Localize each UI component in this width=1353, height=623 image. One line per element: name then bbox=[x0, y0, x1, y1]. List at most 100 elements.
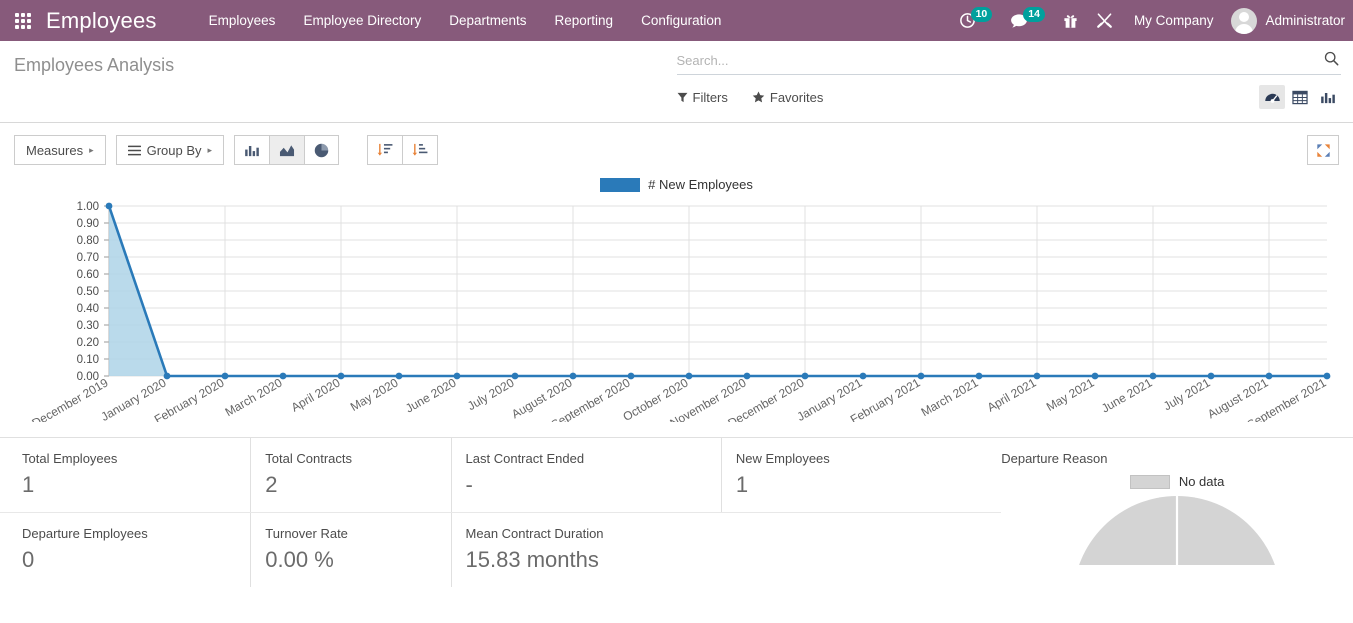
measures-group: Measures ▸ bbox=[14, 135, 106, 165]
svg-text:May 2021: May 2021 bbox=[1044, 375, 1097, 414]
svg-text:May 2020: May 2020 bbox=[348, 375, 401, 414]
kpi-value: 1 bbox=[736, 472, 1001, 498]
chart-legend: # New Employees bbox=[14, 177, 1339, 192]
chart-type-bar-button[interactable] bbox=[234, 135, 270, 165]
svg-text:0.90: 0.90 bbox=[77, 218, 99, 230]
departure-reason-pie-chart[interactable] bbox=[1072, 495, 1282, 565]
search-input[interactable] bbox=[677, 53, 1323, 68]
measures-label: Measures bbox=[26, 143, 83, 158]
measures-dropdown[interactable]: Measures ▸ bbox=[14, 135, 106, 165]
kpi-new-employees: New Employees 1 bbox=[721, 438, 1001, 512]
chart-type-area-button[interactable] bbox=[269, 135, 305, 165]
messages-menu[interactable]: 14 bbox=[1001, 0, 1054, 41]
star-icon bbox=[752, 91, 765, 103]
kpi-label: Total Employees bbox=[22, 451, 250, 466]
kpi-mean-contract-duration: Mean Contract Duration 15.83 months bbox=[451, 513, 1002, 587]
filter-row: Filters Favorites bbox=[677, 85, 1342, 109]
svg-text:0.50: 0.50 bbox=[77, 286, 99, 298]
sort-amount-asc-icon bbox=[412, 142, 428, 158]
top-navbar: Employees Employees Employee Directory D… bbox=[0, 0, 1353, 41]
filters-label: Filters bbox=[693, 90, 728, 105]
pivot-table-icon bbox=[1292, 90, 1308, 105]
view-switcher bbox=[1259, 85, 1341, 109]
favorites-dropdown[interactable]: Favorites bbox=[752, 90, 823, 105]
group-by-group: Group By ▸ bbox=[116, 135, 224, 165]
svg-text:1.00: 1.00 bbox=[77, 201, 99, 213]
search-bar bbox=[677, 51, 1342, 75]
apps-grid-icon bbox=[15, 13, 31, 29]
search-icon bbox=[1324, 51, 1339, 66]
view-button-dashboard[interactable] bbox=[1259, 85, 1285, 109]
menu-item-employee-directory[interactable]: Employee Directory bbox=[289, 0, 435, 41]
chart-toolbar: Measures ▸ Group By ▸ bbox=[0, 123, 1353, 175]
view-button-graph[interactable] bbox=[1315, 85, 1341, 109]
svg-text:0.70: 0.70 bbox=[77, 252, 99, 264]
control-panel: Employees Analysis Filters bbox=[0, 41, 1353, 123]
legend-swatch bbox=[600, 178, 640, 192]
favorites-label: Favorites bbox=[770, 90, 823, 105]
page-title: Employees Analysis bbox=[14, 55, 677, 76]
legend-label: # New Employees bbox=[648, 177, 753, 192]
menu-item-configuration[interactable]: Configuration bbox=[627, 0, 735, 41]
area-chart-icon bbox=[279, 143, 295, 158]
activities-menu[interactable]: 10 bbox=[950, 0, 1002, 41]
search-button[interactable] bbox=[1322, 51, 1341, 69]
pie-legend-swatch bbox=[1130, 475, 1170, 489]
kpi-label: Total Contracts bbox=[265, 451, 450, 466]
company-switcher[interactable]: My Company bbox=[1122, 13, 1226, 28]
kpi-label: Mean Contract Duration bbox=[466, 526, 1002, 541]
svg-text:June 2021: June 2021 bbox=[1099, 375, 1155, 415]
svg-text:0.10: 0.10 bbox=[77, 354, 99, 366]
departure-reason-legend: No data bbox=[1001, 474, 1353, 489]
pie-chart-icon bbox=[314, 143, 329, 158]
bar-chart-icon bbox=[244, 143, 260, 158]
gift-icon bbox=[1063, 13, 1078, 29]
sort-group bbox=[367, 135, 438, 165]
kpi-label: Last Contract Ended bbox=[466, 451, 721, 466]
kpi-turnover-rate: Turnover Rate 0.00 % bbox=[250, 513, 450, 587]
svg-text:0.40: 0.40 bbox=[77, 303, 99, 315]
user-name-label: Administrator bbox=[1265, 13, 1345, 28]
systray: 10 14 My Company A bbox=[950, 0, 1353, 41]
svg-text:March 2021: March 2021 bbox=[919, 375, 981, 419]
main-menu: Employees Employee Directory Departments… bbox=[195, 0, 736, 41]
kpi-row-1: Total Employees 1 Total Contracts 2 Last… bbox=[0, 438, 1001, 512]
pie-legend-label: No data bbox=[1179, 474, 1225, 489]
svg-text:July 2021: July 2021 bbox=[1161, 375, 1213, 413]
kpi-section: Total Employees 1 Total Contracts 2 Last… bbox=[0, 437, 1353, 587]
kpi-value: 15.83 months bbox=[466, 547, 1002, 573]
chart-type-pie-button[interactable] bbox=[304, 135, 339, 165]
control-panel-right: Filters Favorites bbox=[677, 41, 1353, 122]
messages-count-badge: 14 bbox=[1023, 7, 1045, 22]
apps-menu-toggle[interactable] bbox=[0, 0, 46, 41]
departure-reason-panel: Departure Reason No data bbox=[1001, 438, 1353, 587]
sort-descending-button[interactable] bbox=[367, 135, 403, 165]
user-menu[interactable]: Administrator bbox=[1225, 8, 1345, 34]
app-brand-name[interactable]: Employees bbox=[46, 8, 157, 34]
tools-menu[interactable] bbox=[1087, 0, 1122, 41]
sort-ascending-button[interactable] bbox=[402, 135, 438, 165]
kpi-total-employees: Total Employees 1 bbox=[0, 438, 250, 512]
kpi-value: 1 bbox=[22, 472, 250, 498]
menu-item-departments[interactable]: Departments bbox=[435, 0, 540, 41]
menu-item-employees[interactable]: Employees bbox=[195, 0, 290, 41]
tools-icon bbox=[1096, 12, 1113, 29]
chart-container: # New Employees 1.000.900.800.700.600.50… bbox=[0, 177, 1353, 437]
svg-text:April 2021: April 2021 bbox=[985, 375, 1039, 414]
expand-fullscreen-button[interactable] bbox=[1307, 135, 1339, 165]
kpi-value: - bbox=[466, 472, 721, 498]
group-by-dropdown[interactable]: Group By ▸ bbox=[116, 135, 224, 165]
new-employees-area-chart[interactable]: 1.000.900.800.700.600.500.400.300.200.10… bbox=[14, 194, 1339, 422]
gift-menu[interactable] bbox=[1054, 0, 1087, 41]
menu-item-reporting[interactable]: Reporting bbox=[541, 0, 628, 41]
view-button-pivot[interactable] bbox=[1287, 85, 1313, 109]
svg-text:0.30: 0.30 bbox=[77, 320, 99, 332]
kpi-label: New Employees bbox=[736, 451, 1001, 466]
group-by-label: Group By bbox=[147, 143, 202, 158]
kpi-grid: Total Employees 1 Total Contracts 2 Last… bbox=[0, 438, 1001, 587]
filters-dropdown[interactable]: Filters bbox=[677, 90, 728, 105]
kpi-row-2: Departure Employees 0 Turnover Rate 0.00… bbox=[0, 512, 1001, 587]
control-panel-left: Employees Analysis bbox=[0, 41, 677, 122]
kpi-label: Turnover Rate bbox=[265, 526, 450, 541]
svg-text:March 2020: March 2020 bbox=[223, 375, 285, 419]
